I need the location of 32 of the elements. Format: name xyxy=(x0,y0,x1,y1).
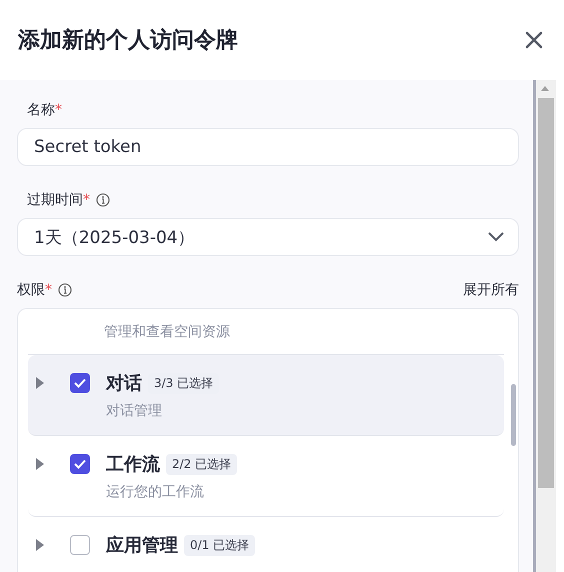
expand-caret-icon[interactable] xyxy=(36,458,44,470)
checkbox[interactable] xyxy=(70,373,90,393)
checkmark-icon xyxy=(74,378,86,388)
expand-caret-icon[interactable] xyxy=(36,377,44,389)
close-icon[interactable] xyxy=(524,30,544,50)
dialog-title: 添加新的个人访问令牌 xyxy=(18,26,238,55)
scrollbar[interactable] xyxy=(533,80,556,572)
chevron-down-icon xyxy=(488,232,504,242)
permission-row[interactable]: 应用管理 0/1 已选择 xyxy=(28,517,504,572)
selected-count-badge: 2/2 已选择 xyxy=(166,454,238,474)
permission-description: 管理和查看空间资源 xyxy=(104,322,230,340)
scrollbar-thumb[interactable] xyxy=(511,384,516,446)
field-label: 过期时间* xyxy=(27,191,90,209)
field-label: 权限* xyxy=(17,281,52,299)
checkbox[interactable] xyxy=(70,535,90,555)
permission-title: 工作流 xyxy=(106,453,160,476)
checkmark-icon xyxy=(74,459,86,469)
permission-row[interactable]: 对话 3/3 已选择 对话管理 xyxy=(28,355,504,436)
field-label: 名称* xyxy=(27,101,62,119)
expand-caret-icon[interactable] xyxy=(36,539,44,551)
info-icon[interactable] xyxy=(58,283,72,297)
checkbox[interactable] xyxy=(70,454,90,474)
selected-count-badge: 0/1 已选择 xyxy=(184,534,256,556)
permission-description: 运行您的工作流 xyxy=(106,483,205,501)
expiry-select[interactable]: 1天（2025-03-04） xyxy=(17,218,519,256)
expand-all-link[interactable]: 展开所有 xyxy=(463,281,519,299)
permission-title: 对话 xyxy=(106,372,142,395)
info-icon[interactable] xyxy=(96,193,110,207)
permission-row[interactable]: 工作流 2/2 已选择 运行您的工作流 xyxy=(28,436,504,517)
permission-title: 应用管理 xyxy=(106,534,178,557)
permission-description: 对话管理 xyxy=(106,402,163,420)
name-input-field[interactable]: Secret token xyxy=(17,128,519,166)
